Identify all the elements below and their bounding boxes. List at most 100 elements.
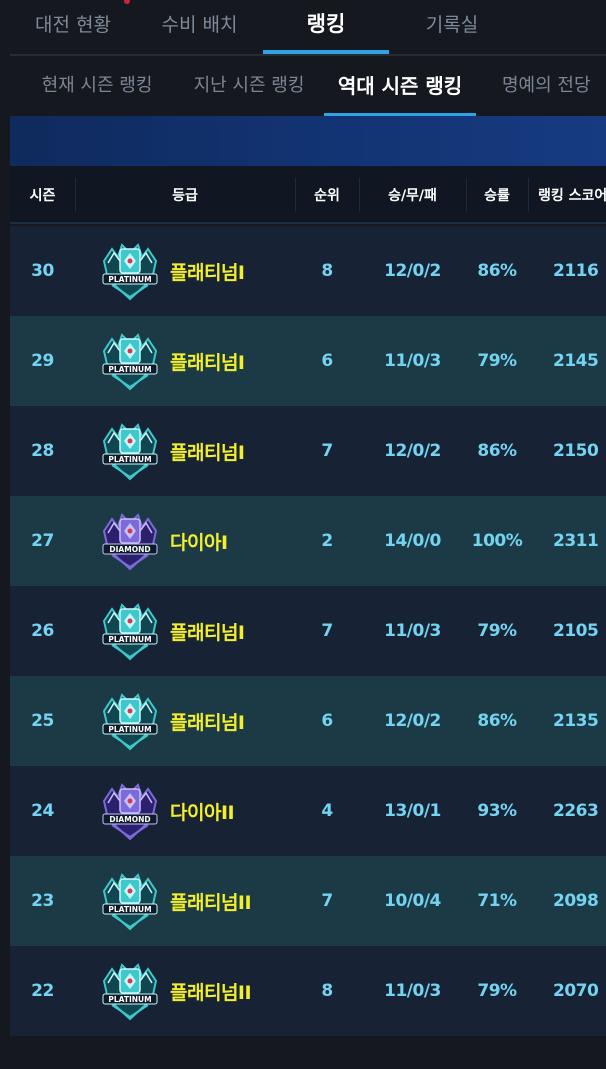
- grade-cell: PLATINUM 플래티넘I: [98, 226, 245, 316]
- header-win-rate: 승률: [484, 188, 510, 204]
- tab-last-season-ranking[interactable]: 지난 시즌 랭킹: [182, 56, 316, 112]
- tab-battle-status[interactable]: 대전 현황: [10, 0, 136, 46]
- grade-cell: PLATINUM 플래티넘I: [98, 406, 245, 496]
- season-cell: 23: [31, 891, 54, 911]
- grade-name: 플래티넘I: [170, 351, 245, 374]
- ranking-score-cell: 2135: [553, 711, 599, 731]
- header-season: 시즌: [29, 188, 56, 204]
- rank-cell: 2: [321, 531, 333, 551]
- grade-cell: PLATINUM 플래티넘I: [98, 316, 245, 406]
- record-cell: 12/0/2: [384, 261, 441, 281]
- season-cell: 30: [31, 261, 54, 281]
- rank-cell: 6: [321, 711, 333, 731]
- grade-name: 플래티넘I: [170, 711, 245, 734]
- win-rate-cell: 100%: [471, 531, 523, 551]
- rank-cell: 7: [321, 441, 333, 461]
- platinum-emblem-icon: PLATINUM: [102, 873, 158, 931]
- header-ranking-score: 랭킹 스코어: [538, 188, 606, 204]
- header-rank: 순위: [314, 188, 340, 204]
- record-cell: 12/0/2: [384, 441, 441, 461]
- rank-cell: 7: [321, 621, 333, 641]
- record-cell: 11/0/3: [384, 621, 441, 641]
- rank-cell: 4: [321, 801, 333, 821]
- rank-cell: 6: [321, 351, 333, 371]
- ranking-score-cell: 2311: [553, 531, 599, 551]
- grade-name: 플래티넘II: [170, 891, 252, 914]
- win-rate-cell: 93%: [477, 801, 517, 821]
- table-row[interactable]: 28 PLATINUM 플래티넘I 7 12/0/2 86% 2150: [10, 406, 606, 496]
- bottom-background: [0, 1036, 606, 1069]
- tab-current-season-ranking[interactable]: 현재 시즌 랭킹: [30, 56, 164, 112]
- emblem-label: PLATINUM: [108, 635, 151, 644]
- tab-ranking[interactable]: 랭킹: [263, 0, 389, 46]
- win-rate-cell: 79%: [477, 351, 517, 371]
- tab-records[interactable]: 기록실: [389, 0, 515, 46]
- win-rate-cell: 79%: [477, 981, 517, 1001]
- table-header: 시즌 등급 순위 승/무/패 승률 랭킹 스코어: [10, 166, 606, 224]
- season-cell: 26: [31, 621, 54, 641]
- emblem-label: DIAMOND: [109, 545, 150, 554]
- record-cell: 11/0/3: [384, 981, 441, 1001]
- table-row[interactable]: 26 PLATINUM 플래티넘I 7 11/0/3 79% 2105: [10, 586, 606, 676]
- ranking-score-cell: 2116: [553, 261, 599, 281]
- grade-name: 플래티넘II: [170, 981, 252, 1004]
- table-row[interactable]: 29 PLATINUM 플래티넘I 6 11/0/3 79% 2145: [10, 316, 606, 406]
- table-row[interactable]: 25 PLATINUM 플래티넘I 6 12/0/2 86% 2135: [10, 676, 606, 766]
- table-row[interactable]: 30 PLATINUM 플래티넘I 8 12/0/2 86% 2116: [10, 226, 606, 316]
- platinum-emblem-icon: PLATINUM: [102, 963, 158, 1021]
- win-rate-cell: 86%: [477, 261, 517, 281]
- header-grade: 등급: [172, 188, 198, 204]
- table-row[interactable]: 27 DIAMOND 다이아I 2 14/0/0 100% 2311: [10, 496, 606, 586]
- record-cell: 11/0/3: [384, 351, 441, 371]
- emblem-label: PLATINUM: [108, 455, 151, 464]
- ranking-score-cell: 2098: [553, 891, 599, 911]
- season-cell: 28: [31, 441, 54, 461]
- rank-cell: 8: [321, 981, 333, 1001]
- grade-name: 플래티넘I: [170, 261, 245, 284]
- win-rate-cell: 86%: [477, 441, 517, 461]
- ranking-score-cell: 2070: [553, 981, 599, 1001]
- table-row[interactable]: 24 DIAMOND 다이아II 4 13/0/1 93% 2263: [10, 766, 606, 856]
- header-record: 승/무/패: [388, 188, 437, 204]
- season-cell: 22: [31, 981, 54, 1001]
- record-cell: 12/0/2: [384, 711, 441, 731]
- season-cell: 25: [31, 711, 54, 731]
- season-cell: 24: [31, 801, 54, 821]
- win-rate-cell: 86%: [477, 711, 517, 731]
- emblem-label: PLATINUM: [108, 275, 151, 284]
- emblem-label: PLATINUM: [108, 905, 151, 914]
- sub-tab-bar: 현재 시즌 랭킹 지난 시즌 랭킹 역대 시즌 랭킹 명예의 전당: [0, 56, 606, 118]
- grade-name: 플래티넘I: [170, 441, 245, 464]
- season-cell: 29: [31, 351, 54, 371]
- win-rate-cell: 79%: [477, 621, 517, 641]
- grade-cell: PLATINUM 플래티넘II: [98, 946, 252, 1036]
- grade-name: 다이아II: [170, 801, 235, 824]
- table-row[interactable]: 22 PLATINUM 플래티넘II 8 11/0/3 79% 2070: [10, 946, 606, 1036]
- table-row[interactable]: 23 PLATINUM 플래티넘II 7 10/0/4 71% 2098: [10, 856, 606, 946]
- season-ranking-list[interactable]: 30 PLATINUM 플래티넘I 8 12/0/2 86% 2116 29 PLATINUM 플…: [10, 226, 606, 1036]
- diamond-emblem-icon: DIAMOND: [102, 513, 158, 571]
- tab-all-time-season-ranking[interactable]: 역대 시즌 랭킹: [324, 56, 476, 112]
- grade-cell: PLATINUM 플래티넘I: [98, 676, 245, 766]
- table-banner: [10, 116, 606, 166]
- ranking-screen: 대전 현황 수비 배치 랭킹 기록실 현재 시즌 랭킹 지난 시즌 랭킹 역대 …: [0, 0, 606, 1069]
- record-cell: 10/0/4: [384, 891, 441, 911]
- platinum-emblem-icon: PLATINUM: [102, 693, 158, 751]
- ranking-score-cell: 2145: [553, 351, 599, 371]
- platinum-emblem-icon: PLATINUM: [102, 603, 158, 661]
- emblem-label: PLATINUM: [108, 365, 151, 374]
- diamond-emblem-icon: DIAMOND: [102, 783, 158, 841]
- emblem-label: PLATINUM: [108, 725, 151, 734]
- platinum-emblem-icon: PLATINUM: [102, 243, 158, 301]
- grade-cell: DIAMOND 다이아II: [98, 766, 235, 856]
- grade-name: 플래티넘I: [170, 621, 245, 644]
- win-rate-cell: 71%: [477, 891, 517, 911]
- record-cell: 14/0/0: [384, 531, 441, 551]
- rank-cell: 7: [321, 891, 333, 911]
- tab-defense-setup[interactable]: 수비 배치: [136, 0, 263, 46]
- tab-hall-of-fame[interactable]: 명예의 전당: [494, 56, 606, 112]
- grade-cell: PLATINUM 플래티넘I: [98, 586, 245, 676]
- ranking-score-cell: 2263: [553, 801, 599, 821]
- grade-name: 다이아I: [170, 531, 228, 554]
- grade-cell: DIAMOND 다이아I: [98, 496, 228, 586]
